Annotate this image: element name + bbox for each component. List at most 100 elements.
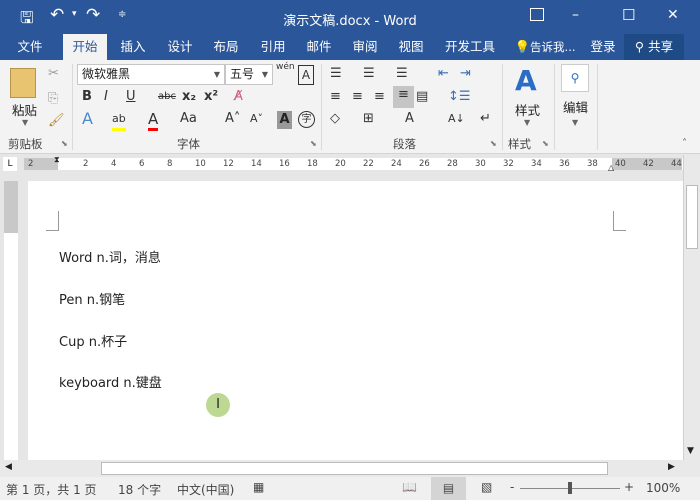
decrease-indent-icon[interactable]: ⇤ (438, 65, 449, 83)
styles-dropdown-icon[interactable]: ▼ (524, 118, 530, 127)
editing-button[interactable]: 编辑 (563, 97, 588, 116)
tab-view[interactable]: 视图 (389, 34, 433, 60)
tab-design[interactable]: 设计 (158, 34, 202, 60)
redo-icon[interactable]: ↷ (86, 5, 100, 25)
web-layout-icon[interactable]: ▧ (481, 480, 492, 494)
customize-qat-icon[interactable]: ≑ (118, 9, 126, 20)
undo-dropdown-icon[interactable]: ▾ (72, 9, 77, 19)
show-marks-icon[interactable]: ↵ (480, 110, 491, 128)
asian-layout-icon[interactable]: A (405, 110, 414, 128)
align-left-icon[interactable]: ≡ (330, 88, 341, 106)
italic-button[interactable]: I (104, 88, 108, 106)
tab-review[interactable]: 审阅 (343, 34, 387, 60)
shrink-font-button[interactable]: A˅ (250, 110, 263, 128)
multilevel-list-icon[interactable]: ☰ (396, 65, 408, 83)
font-launcher-icon[interactable]: ⬊ (310, 139, 317, 148)
borders-icon[interactable]: ⊞ (363, 110, 374, 128)
cut-icon[interactable]: ✂ (48, 65, 59, 83)
increase-indent-icon[interactable]: ⇥ (460, 65, 471, 83)
document-line[interactable]: Cup n.杯子 (59, 331, 127, 350)
scroll-right-icon[interactable]: ▶ (668, 462, 675, 472)
paste-dropdown-icon[interactable]: ▼ (22, 118, 28, 127)
styles-button[interactable]: 样式 (515, 100, 540, 119)
distributed-icon[interactable]: ▤ (416, 88, 428, 106)
clipboard-launcher-icon[interactable]: ⬊ (61, 139, 68, 148)
editing-dropdown-icon[interactable]: ▼ (572, 118, 578, 127)
font-name-select[interactable]: 微软雅黑 ▼ (77, 64, 225, 85)
clear-formatting-icon[interactable]: A̸ (234, 88, 243, 106)
print-layout-icon[interactable]: ▤ (431, 477, 466, 500)
format-painter-icon[interactable]: 🖌 (48, 112, 65, 130)
tab-file[interactable]: 文件 (8, 34, 52, 60)
paste-button[interactable]: 粘贴 (12, 100, 37, 119)
document-line[interactable]: Pen n.钢笔 (59, 289, 125, 308)
maximize-button[interactable]: ☐ (622, 6, 635, 24)
document-line[interactable]: Word n.词，消息 (59, 247, 161, 266)
paste-icon[interactable] (10, 68, 36, 98)
document-page[interactable]: Word n.词，消息 Pen n.钢笔 Cup n.杯子 keyboard n… (28, 181, 683, 460)
share-button[interactable]: ⚲ 共享 (624, 34, 684, 60)
paragraph-launcher-icon[interactable]: ⬊ (490, 139, 497, 148)
character-shading-button[interactable]: A (277, 111, 292, 129)
search-icon[interactable]: ⚲ (561, 64, 589, 92)
tab-references[interactable]: 引用 (251, 34, 295, 60)
indent-marker[interactable]: ⧗ (54, 155, 60, 165)
login-button[interactable]: 登录 (586, 34, 620, 60)
vertical-scroll-thumb[interactable] (686, 185, 698, 249)
strikethrough-button[interactable]: abc (158, 88, 176, 106)
collapse-ribbon-icon[interactable]: ˄ (682, 138, 687, 149)
zoom-level[interactable]: 100% (646, 481, 680, 495)
page-count[interactable]: 第 1 页，共 1 页 (6, 481, 97, 498)
shading-icon[interactable]: ◇ (330, 110, 340, 128)
word-count[interactable]: 18 个字 (118, 481, 161, 498)
tab-layout[interactable]: 布局 (204, 34, 248, 60)
vertical-ruler[interactable] (4, 181, 18, 460)
horizontal-scrollbar[interactable]: ◀ ▶ (0, 460, 700, 477)
tab-insert[interactable]: 插入 (111, 34, 155, 60)
close-button[interactable]: ✕ (667, 7, 679, 23)
copy-icon[interactable]: ⎘ (48, 90, 58, 108)
document-line[interactable]: keyboard n.键盘 (59, 372, 162, 391)
grow-font-button[interactable]: A˄ (225, 110, 240, 128)
text-effects-icon[interactable]: A (82, 110, 93, 128)
bullets-icon[interactable]: ☰ (330, 65, 342, 83)
line-spacing-icon[interactable]: ↕☰ (448, 88, 471, 106)
read-mode-icon[interactable]: 📖 (402, 480, 417, 494)
tab-home[interactable]: 开始 (63, 34, 107, 60)
scroll-down-icon[interactable]: ▼ (687, 446, 694, 456)
font-color-icon[interactable]: A (148, 110, 159, 131)
phonetic-guide-icon[interactable]: wén (276, 62, 295, 72)
horizontal-scroll-thumb[interactable] (101, 462, 608, 475)
vertical-scrollbar[interactable]: ▼ (683, 155, 700, 460)
scroll-left-icon[interactable]: ◀ (5, 462, 12, 472)
zoom-out-button[interactable]: - (510, 480, 514, 494)
tab-selector[interactable]: L (3, 157, 17, 171)
numbering-icon[interactable]: ☰ (363, 65, 375, 83)
language[interactable]: 中文(中国) (177, 481, 234, 498)
horizontal-ruler[interactable]: L 2 2 4 6 8 10 12 14 16 18 20 22 24 26 28 30 32 34 36 38 40 4… (0, 155, 700, 173)
ribbon-display-icon[interactable] (530, 8, 544, 21)
zoom-slider-thumb[interactable] (568, 482, 572, 494)
enclose-characters-button[interactable]: 字 (298, 111, 315, 128)
sort-icon[interactable]: A↓ (448, 110, 465, 128)
subscript-button[interactable]: x₂ (182, 88, 196, 106)
align-center-icon[interactable]: ≡ (352, 88, 363, 106)
change-case-button[interactable]: Aa (180, 110, 197, 128)
font-size-select[interactable]: 五号 ▼ (225, 64, 273, 85)
highlight-color-icon[interactable]: ab (112, 110, 126, 131)
zoom-in-button[interactable]: + (624, 480, 634, 494)
save-icon[interactable]: 🖫 (20, 7, 34, 34)
justify-icon[interactable]: ≡ (393, 86, 414, 108)
tab-developer[interactable]: 开发工具 (440, 34, 500, 60)
styles-icon[interactable]: A (515, 64, 537, 97)
macro-icon[interactable]: ▦ (253, 480, 264, 494)
undo-icon[interactable]: ↶ (50, 5, 64, 25)
minimize-button[interactable]: – (572, 7, 579, 23)
right-indent-marker[interactable]: △ (608, 163, 614, 172)
tell-me[interactable]: 💡告诉我... (510, 34, 580, 60)
superscript-button[interactable]: x² (204, 88, 218, 106)
styles-launcher-icon[interactable]: ⬊ (542, 139, 549, 148)
bold-button[interactable]: B (82, 88, 92, 106)
character-border-icon[interactable]: A (298, 65, 314, 85)
underline-button[interactable]: U (126, 88, 136, 106)
